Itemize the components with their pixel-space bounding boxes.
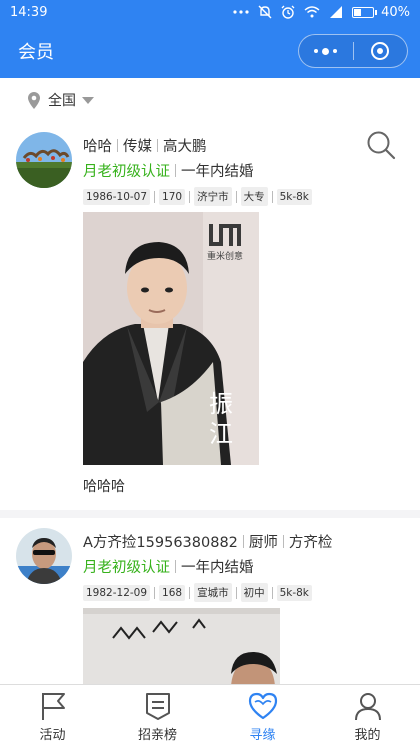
- member-nickname: 哈哈哈: [83, 479, 125, 495]
- tag-city: 济宁市: [194, 187, 232, 206]
- tab-profile[interactable]: 我的: [315, 685, 420, 747]
- location-selector[interactable]: 全国: [0, 78, 420, 122]
- member-name: A方齐捡15956380882: [83, 535, 238, 551]
- signal-icon: [330, 6, 343, 18]
- verification-badge: 月老初级认证: [83, 164, 170, 180]
- svg-text:振: 振: [209, 390, 233, 418]
- member-name: 哈哈: [83, 139, 112, 155]
- member-job: 厨师: [248, 535, 278, 551]
- tag-city: 宣城市: [194, 583, 232, 602]
- page-title: 会员: [18, 42, 54, 63]
- member-card[interactable]: A方齐捡15956380882 厨师 方齐检 月老初级认证 一年内结婚 1982…: [0, 518, 420, 684]
- verification-badge: 月老初级认证: [83, 560, 170, 576]
- location-label: 全国: [48, 93, 76, 109]
- caret-down-icon: [82, 96, 94, 104]
- member-tags: 1986-10-07 170 济宁市 大专 5k-8k: [83, 187, 312, 206]
- board-icon: [145, 693, 170, 720]
- battery-indicator: 40%: [352, 5, 410, 20]
- tag-birthday: 1982-12-09: [83, 584, 151, 601]
- tab-activity[interactable]: 活动: [0, 685, 105, 747]
- member-photo[interactable]: 重米创意 振 江: [83, 212, 259, 465]
- tab-label: 我的: [354, 728, 381, 743]
- tag-height: 168: [159, 584, 186, 601]
- member-avatar[interactable]: [16, 528, 72, 584]
- tag-income: 5k-8k: [276, 584, 312, 601]
- close-miniprogram-button[interactable]: [354, 35, 408, 67]
- member-feed: 哈哈 传媒 高大鹏 月老初级认证 一年内结婚 1986-10-07 170 济宁…: [0, 122, 420, 684]
- menu-button[interactable]: [299, 35, 353, 67]
- tab-label: 寻缘: [249, 728, 276, 743]
- alarm-icon: [281, 5, 295, 19]
- user-icon: [354, 693, 381, 721]
- tab-discover[interactable]: 寻缘: [210, 685, 315, 747]
- tag-education: 大专: [240, 187, 268, 206]
- tag-income: 5k-8k: [276, 188, 312, 205]
- marriage-plan: 一年内结婚: [181, 164, 254, 180]
- status-icons: 40%: [233, 5, 410, 20]
- member-label: 高大鹏: [163, 139, 207, 155]
- tag-birthday: 1986-10-07: [83, 188, 151, 205]
- nav-bar: 会员: [0, 24, 420, 78]
- member-label: 方齐检: [288, 535, 333, 551]
- search-icon: [367, 131, 396, 160]
- svg-text:江: 江: [209, 420, 233, 448]
- more-icon: [233, 10, 249, 14]
- tag-height: 170: [159, 188, 186, 205]
- member-job: 传媒: [123, 139, 152, 155]
- location-pin-icon: [28, 91, 40, 109]
- tab-ranking[interactable]: 招亲榜: [105, 685, 210, 747]
- miniprogram-capsule: [298, 34, 408, 68]
- tab-label: 活动: [39, 728, 66, 743]
- tab-label: 招亲榜: [137, 728, 177, 743]
- battery-icon: [352, 6, 375, 18]
- wifi-icon: [304, 6, 320, 18]
- search-button[interactable]: [366, 130, 396, 164]
- more-dots-icon: [314, 47, 338, 55]
- member-card[interactable]: 哈哈 传媒 高大鹏 月老初级认证 一年内结婚 1986-10-07 170 济宁…: [0, 122, 420, 510]
- marriage-plan: 一年内结婚: [181, 560, 254, 576]
- status-bar: 14:39 40%: [0, 0, 420, 24]
- flag-icon: [41, 693, 65, 720]
- heart-icon: [248, 692, 277, 720]
- member-photo[interactable]: [83, 608, 280, 684]
- tag-education: 初中: [240, 583, 268, 602]
- member-avatar[interactable]: [16, 132, 72, 188]
- tab-bar: 活动 招亲榜 寻缘 我的: [0, 684, 420, 747]
- target-icon: [371, 42, 390, 60]
- member-tags: 1982-12-09 168 宣城市 初中 5k-8k: [83, 583, 332, 602]
- mute-icon: [258, 5, 272, 19]
- battery-percent: 40%: [381, 4, 410, 20]
- status-time: 14:39: [10, 4, 48, 20]
- svg-text:重米创意: 重米创意: [207, 250, 243, 262]
